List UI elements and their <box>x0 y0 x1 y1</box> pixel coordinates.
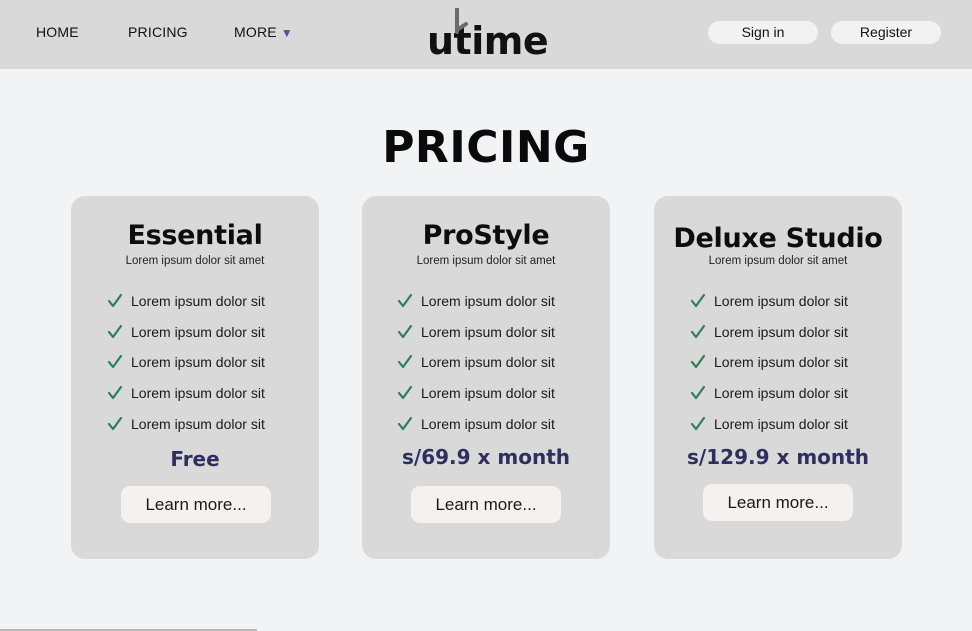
feature-text: Lorem ipsum dolor sit <box>421 385 555 402</box>
nav-more-label: MORE <box>234 24 277 40</box>
check-icon <box>107 294 123 308</box>
feature-list: Lorem ipsum dolor sit Lorem ipsum dolor … <box>690 286 848 439</box>
caret-down-icon: ▼ <box>280 26 293 40</box>
feature-item: Lorem ipsum dolor sit <box>107 286 265 317</box>
feature-text: Lorem ipsum dolor sit <box>421 354 555 371</box>
plan-price: s/129.9 x month <box>687 445 869 469</box>
plan-price: s/69.9 x month <box>402 445 570 469</box>
feature-text: Lorem ipsum dolor sit <box>714 293 848 310</box>
feature-text: Lorem ipsum dolor sit <box>714 415 848 432</box>
check-icon <box>690 355 706 369</box>
feature-text: Lorem ipsum dolor sit <box>131 293 265 310</box>
feature-text: Lorem ipsum dolor sit <box>421 415 555 432</box>
logo-text: utime <box>427 19 549 63</box>
learn-more-button[interactable]: Learn more... <box>703 484 853 521</box>
nav-pricing-link[interactable]: PRICING <box>128 24 188 40</box>
check-icon <box>690 385 706 400</box>
plan-card-deluxe-studio: Deluxe Studio Lorem ipsum dolor sit amet… <box>654 196 902 559</box>
page-title: PRICING <box>382 122 590 173</box>
check-icon <box>397 416 413 430</box>
check-icon <box>397 385 413 400</box>
feature-text: Lorem ipsum dolor sit <box>131 323 265 340</box>
check-icon <box>397 355 413 369</box>
check-icon <box>397 294 413 308</box>
feature-item: Lorem ipsum dolor sit <box>690 286 848 317</box>
feature-item: Lorem ipsum dolor sit <box>397 408 555 439</box>
feature-item: Lorem ipsum dolor sit <box>107 347 265 378</box>
plan-subtitle: Lorem ipsum dolor sit amet <box>125 255 265 267</box>
feature-item: Lorem ipsum dolor sit <box>397 286 555 317</box>
nav-more-dropdown[interactable]: MORE ▼ <box>234 24 293 40</box>
feature-text: Lorem ipsum dolor sit <box>714 354 848 371</box>
sign-in-button[interactable]: Sign in <box>708 21 818 44</box>
learn-more-button[interactable]: Learn more... <box>411 486 561 523</box>
plan-subtitle: Lorem ipsum dolor sit amet <box>708 255 848 267</box>
top-navbar: HOME PRICING MORE ▼ utime Sign in Registe… <box>0 0 972 69</box>
check-icon <box>397 324 413 338</box>
feature-text: Lorem ipsum dolor sit <box>714 385 848 402</box>
check-icon <box>690 294 706 308</box>
feature-item: Lorem ipsum dolor sit <box>107 408 265 439</box>
feature-text: Lorem ipsum dolor sit <box>131 415 265 432</box>
feature-item: Lorem ipsum dolor sit <box>690 378 848 409</box>
feature-text: Lorem ipsum dolor sit <box>131 385 265 402</box>
check-icon <box>107 324 123 338</box>
plan-card-essential: Essential Lorem ipsum dolor sit amet Lor… <box>71 196 319 559</box>
plan-subtitle: Lorem ipsum dolor sit amet <box>416 255 556 267</box>
feature-text: Lorem ipsum dolor sit <box>131 354 265 371</box>
feature-item: Lorem ipsum dolor sit <box>690 347 848 378</box>
feature-text: Lorem ipsum dolor sit <box>421 293 555 310</box>
feature-item: Lorem ipsum dolor sit <box>397 347 555 378</box>
plan-card-prostyle: ProStyle Lorem ipsum dolor sit amet Lore… <box>362 196 610 559</box>
learn-more-button[interactable]: Learn more... <box>121 486 271 523</box>
nav-home-link[interactable]: HOME <box>36 24 79 40</box>
plan-name: Deluxe Studio <box>673 223 883 254</box>
clock-hands-icon <box>455 8 468 34</box>
feature-item: Lorem ipsum dolor sit <box>107 317 265 348</box>
register-button[interactable]: Register <box>831 21 941 44</box>
feature-item: Lorem ipsum dolor sit <box>107 378 265 409</box>
check-icon <box>107 416 123 430</box>
feature-item: Lorem ipsum dolor sit <box>397 317 555 348</box>
check-icon <box>107 355 123 369</box>
feature-item: Lorem ipsum dolor sit <box>690 408 848 439</box>
feature-list: Lorem ipsum dolor sit Lorem ipsum dolor … <box>107 286 265 439</box>
plan-name: Essential <box>127 220 263 251</box>
check-icon <box>690 324 706 338</box>
plan-name: ProStyle <box>422 220 550 251</box>
feature-text: Lorem ipsum dolor sit <box>714 323 848 340</box>
feature-list: Lorem ipsum dolor sit Lorem ipsum dolor … <box>397 286 555 439</box>
feature-item: Lorem ipsum dolor sit <box>690 317 848 348</box>
check-icon <box>107 385 123 400</box>
feature-item: Lorem ipsum dolor sit <box>397 378 555 409</box>
check-icon <box>690 416 706 430</box>
plan-price: Free <box>170 447 220 471</box>
feature-text: Lorem ipsum dolor sit <box>421 323 555 340</box>
utime-logo[interactable]: utime <box>427 8 551 63</box>
